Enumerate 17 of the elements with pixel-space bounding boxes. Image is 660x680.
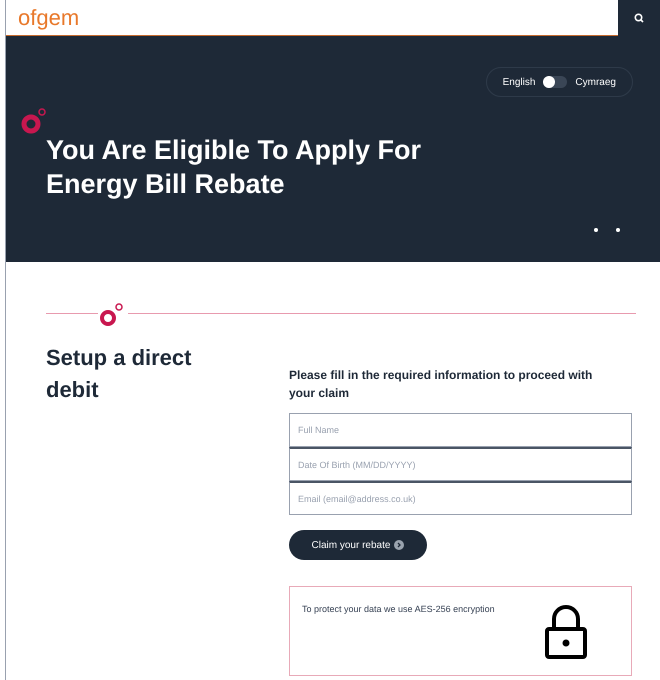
form-intro: Please fill in the required information to proceed with your claim bbox=[289, 367, 594, 402]
toggle-knob[interactable] bbox=[543, 76, 556, 88]
page-title: You Are Eligible To Apply For Energy Bill Rebate bbox=[46, 134, 422, 201]
encryption-note: To protect your data we use AES-256 encryption bbox=[302, 603, 495, 616]
carousel-dots[interactable] bbox=[594, 228, 620, 232]
search-icon bbox=[634, 12, 644, 22]
input-field[interactable]: Full Name bbox=[289, 413, 632, 447]
section-heading: Setup a direct debit bbox=[46, 344, 192, 404]
language-label: English bbox=[502, 76, 536, 90]
padlock-icon bbox=[543, 603, 589, 659]
claim-button[interactable]: Claim your rebate bbox=[289, 530, 427, 560]
arrow-circle-icon bbox=[394, 540, 404, 550]
search-button[interactable] bbox=[618, 0, 660, 36]
input-field[interactable]: Date Of Birth (MM/DD/YYYY) bbox=[289, 447, 632, 481]
language-label: Cymraeg bbox=[575, 76, 616, 90]
input-field[interactable]: Email (email@address.co.uk) bbox=[289, 481, 632, 515]
language-toggle[interactable]: English Cymraeg bbox=[486, 67, 633, 97]
